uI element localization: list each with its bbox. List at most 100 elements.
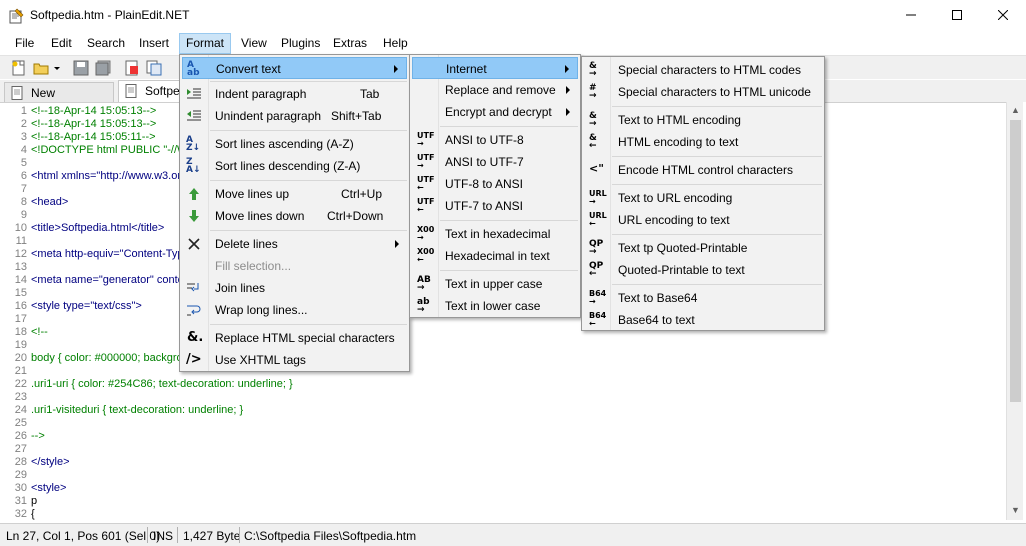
menu-format[interactable]: Format [179,33,232,54]
menu-edit[interactable]: Edit [45,35,78,53]
document-icon [11,86,23,100]
menu-item-join-lines[interactable]: Join lines [182,277,407,299]
line-number: 14 [14,274,27,286]
open-folder-icon[interactable] [33,60,49,76]
menu-item-text-upper-case[interactable]: AB → Text in upper case [412,273,578,295]
menu-item-utf8-to-ansi[interactable]: UTF ← UTF-8 to ANSI [412,173,578,195]
code-text: <title>Softpedia.html</title> [31,222,165,234]
menu-search[interactable]: Search [81,35,131,53]
menu-item-delete-lines[interactable]: Delete lines [182,233,407,255]
line-number: 12 [14,248,27,260]
menu-item-special-chars-html-codes[interactable]: & → Special characters to HTML codes [584,59,822,81]
join-lines-icon [187,283,199,292]
menu-item-encrypt-and-decrypt[interactable]: Encrypt and decrypt [412,101,578,123]
menu-item-convert-text[interactable]: Aab Convert text [182,57,407,79]
line-number: 23 [14,391,27,403]
vertical-scrollbar[interactable]: ▲ ▼ [1006,102,1023,520]
scroll-down-icon[interactable]: ▼ [1011,506,1020,515]
url-convert-icon: URL → [589,189,607,206]
menu-item-text-to-url-encoding[interactable]: URL → Text to URL encoding [584,187,822,209]
menu-extras[interactable]: Extras [327,35,373,53]
menu-item-url-encoding-to-text[interactable]: URL ← URL encoding to text [584,209,822,231]
menu-item-hexadecimal-in-text[interactable]: X00 ← Hexadecimal in text [412,245,578,267]
menu-item-indent-paragraph[interactable]: Indent paragraph Tab [182,83,407,105]
menu-separator [210,180,407,181]
title-bar: Softpedia.htm - PlainEdit.NET [0,0,1026,32]
tab-new-document-1[interactable]: New document 1 [4,82,114,114]
scroll-up-icon[interactable]: ▲ [1011,106,1020,115]
base64-convert-icon: B64 → [589,289,607,306]
tab-softpedia[interactable]: Softpedia [118,80,196,102]
code-line: 1 <!--18-Apr-14 15:05:13--> [0,105,156,118]
document-icon [125,84,137,98]
utf-convert-icon: UTF → [417,153,435,170]
maximize-button[interactable] [934,0,980,30]
menu-item-wrap-long-lines[interactable]: Wrap long lines... [182,299,407,321]
menu-item-replace-html-special[interactable]: &. Replace HTML special characters [182,327,407,349]
new-doc-icon[interactable] [124,60,140,76]
maximize-icon [952,10,962,20]
menu-separator [210,81,407,82]
wrap-lines-icon [187,305,201,316]
menu-separator [612,184,822,185]
save-all-icon[interactable] [95,60,111,76]
menu-item-move-lines-up[interactable]: Move lines up Ctrl+Up [182,183,407,205]
minimize-button[interactable] [888,0,934,30]
menu-item-text-to-html-encoding[interactable]: & → Text to HTML encoding [584,109,822,131]
save-icon[interactable] [73,60,89,76]
url-convert-icon: URL ← [589,211,607,228]
menu-item-replace-and-remove[interactable]: Replace and remove [412,79,578,101]
menu-help[interactable]: Help [377,35,414,53]
menu-plugins[interactable]: Plugins [275,35,326,53]
code-line: 18 <!-- [0,326,48,339]
menu-item-base64-to-text[interactable]: B64 ← Base64 to text [584,309,822,331]
menu-item-special-chars-html-unicode[interactable]: # → Special characters to HTML unicode [584,81,822,103]
status-divider [239,527,240,543]
menu-item-ansi-to-utf8[interactable]: UTF → ANSI to UTF-8 [412,129,578,151]
menu-item-utf7-to-ansi[interactable]: UTF ← UTF-7 to ANSI [412,195,578,217]
code-line: 11 [0,235,27,248]
utf-convert-icon: UTF ← [417,197,435,214]
menu-item-text-to-base64[interactable]: B64 → Text to Base64 [584,287,822,309]
code-text: <style> [31,482,67,494]
copy-doc-icon[interactable] [146,60,162,76]
line-number: 16 [14,300,27,312]
menu-view[interactable]: View [235,35,273,53]
menu-item-encode-html-control-chars[interactable]: <" Encode HTML control characters [584,159,822,181]
menu-item-use-xhtml-tags[interactable]: /> Use XHTML tags [182,349,407,371]
new-file-icon[interactable] [11,60,27,76]
menu-item-text-to-quoted-printable[interactable]: QP → Text tp Quoted-Printable [584,237,822,259]
menu-separator [612,156,822,157]
close-icon [998,10,1008,20]
code-text: .uri1-visiteduri { text-decoration: unde… [31,404,244,416]
menu-item-internet[interactable]: Internet [412,57,578,79]
line-number: 25 [14,417,27,429]
code-line: 6 <html xmlns="http://www.w3.or [0,170,181,183]
code-line: 9 [0,209,27,222]
line-number: 7 [20,183,27,195]
menu-item-ansi-to-utf7[interactable]: UTF → ANSI to UTF-7 [412,151,578,173]
close-button[interactable] [980,0,1026,30]
sort-descending-icon: Z A↓ [186,157,201,175]
line-number: 32 [14,508,27,520]
hash-convert-icon: # → [589,83,597,101]
ampersand-convert-icon: & → [589,111,597,129]
menu-item-sort-descending[interactable]: Z A↓ Sort lines descending (Z-A) [182,155,407,177]
menu-item-quoted-printable-to-text[interactable]: QP ← Quoted-Printable to text [584,259,822,281]
menu-item-unindent-paragraph[interactable]: Unindent paragraph Shift+Tab [182,105,407,127]
line-number: 4 [20,144,27,156]
status-insert-mode: INS [153,529,174,543]
menu-insert[interactable]: Insert [133,35,175,53]
menu-separator [612,284,822,285]
menu-item-sort-ascending[interactable]: A Z↓ Sort lines ascending (A-Z) [182,133,407,155]
menu-separator [612,106,822,107]
menu-item-text-in-hexadecimal[interactable]: X00 → Text in hexadecimal [412,223,578,245]
menu-item-text-lower-case[interactable]: ab → Text in lower case [412,295,578,317]
submenu-arrow-icon [566,108,570,116]
menu-item-html-encoding-to-text[interactable]: & ← HTML encoding to text [584,131,822,153]
code-line: 3 <!--18-Apr-14 15:05:11--> [0,131,156,144]
menu-file[interactable]: File [9,35,40,53]
chevron-down-icon[interactable] [52,60,62,76]
menu-item-move-lines-down[interactable]: Move lines down Ctrl+Down [182,205,407,227]
scrollbar-thumb[interactable] [1010,120,1021,402]
